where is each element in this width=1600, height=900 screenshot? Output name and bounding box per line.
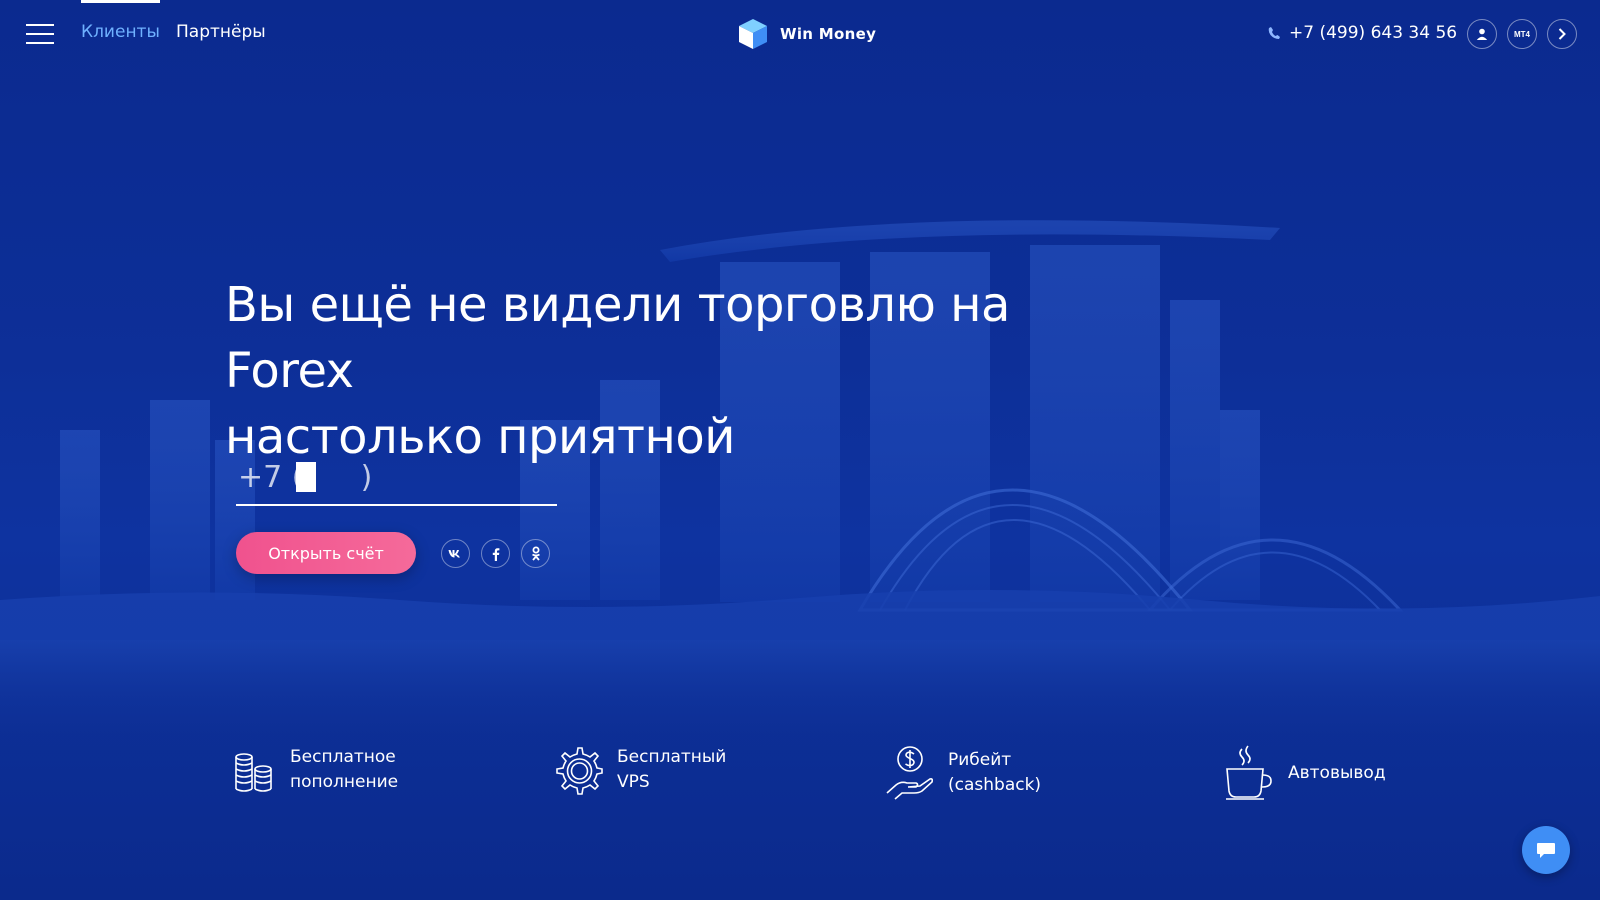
coins-icon: [235, 753, 272, 792]
feature-free-vps: Бесплатный VPS: [553, 745, 726, 795]
open-account-button[interactable]: Открыть счёт: [236, 532, 416, 574]
tab-clients[interactable]: Клиенты: [81, 0, 160, 42]
feature-free-deposit: Бесплатное пополнение: [230, 745, 398, 795]
text-caret: [296, 462, 316, 492]
facebook-icon[interactable]: [481, 539, 510, 568]
chat-icon: [1537, 843, 1555, 858]
phone-icon: [1268, 27, 1280, 39]
hero-title: Вы ещё не видели торговлю на Forex насто…: [225, 272, 1125, 470]
chevron-right-icon: [1558, 28, 1566, 40]
feature-rebate: Рибейт (cashback): [884, 745, 1041, 801]
hero-title-line-1: Вы ещё не видели торговлю на Forex: [225, 277, 1010, 399]
feature-label-line-2: (cashback): [948, 775, 1042, 795]
feature-label-line-1: Рибейт: [948, 750, 1012, 770]
gear-icon: [556, 747, 603, 795]
phone-field[interactable]: [236, 450, 557, 506]
feature-label-line-1: Бесплатное: [290, 747, 396, 767]
mt4-button[interactable]: MT4: [1507, 19, 1537, 49]
mt4-label: MT4: [1514, 29, 1530, 39]
user-account-button[interactable]: [1467, 19, 1497, 49]
menu-icon[interactable]: [26, 24, 54, 46]
logo[interactable]: Win Money: [738, 18, 876, 50]
header-phone[interactable]: +7 (499) 643 34 56: [1268, 23, 1457, 43]
odnoklassniki-icon[interactable]: [521, 539, 550, 568]
feature-label-line-2: пополнение: [290, 772, 399, 792]
hand-dollar-icon: [886, 746, 934, 800]
top-header: Клиенты Партнёры Win Money +7 (499) 643 …: [0, 0, 1600, 70]
feature-label-line-2: VPS: [617, 772, 650, 792]
chat-button[interactable]: [1522, 826, 1570, 874]
vk-icon[interactable]: [441, 539, 470, 568]
feature-autowithdraw: Автовывод: [1224, 745, 1386, 801]
phone-input[interactable]: [236, 450, 557, 504]
tab-partners[interactable]: Партнёры: [176, 22, 266, 42]
feature-label-line-1: Бесплатный: [617, 747, 727, 767]
next-button[interactable]: [1547, 19, 1577, 49]
feature-label-line-1: Автовывод: [1288, 762, 1386, 783]
coffee-cup-icon: [1226, 745, 1272, 800]
logo-text: Win Money: [780, 25, 877, 43]
cube-logo-icon: [739, 19, 767, 49]
user-icon: [1476, 28, 1488, 40]
phone-number: +7 (499) 643 34 56: [1289, 23, 1458, 43]
